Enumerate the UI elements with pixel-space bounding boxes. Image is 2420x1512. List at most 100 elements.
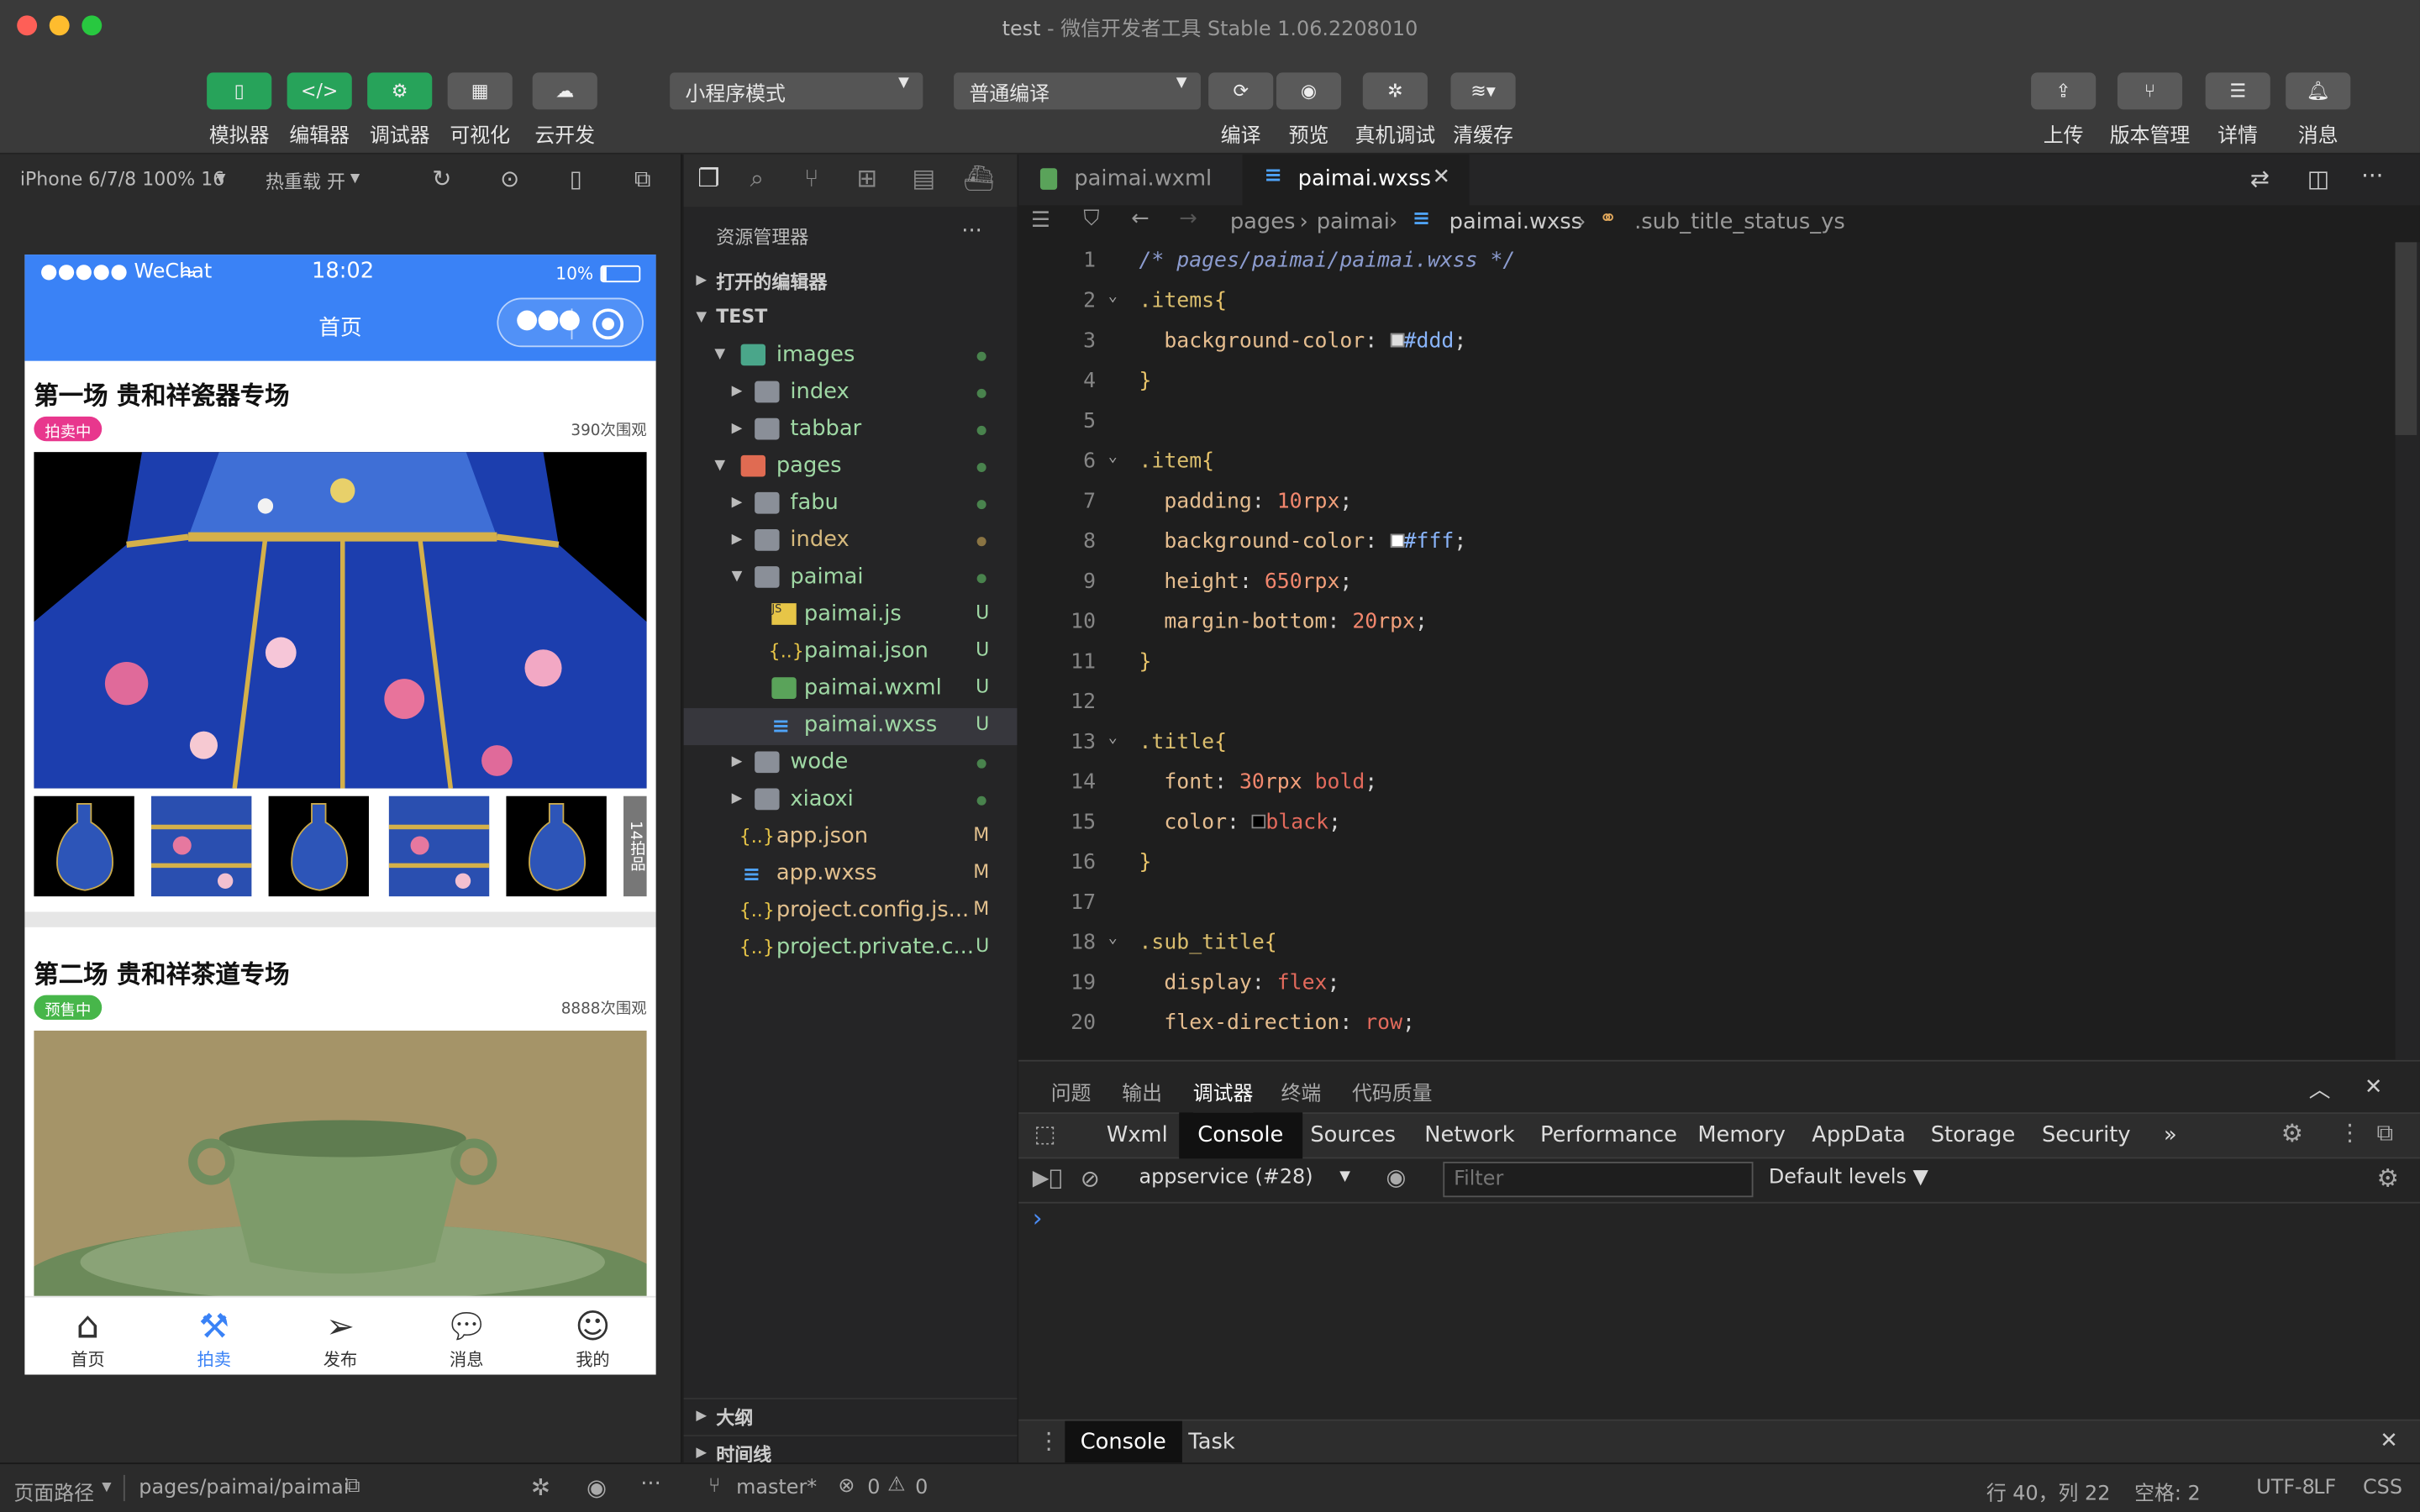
- extensions-icon[interactable]: ⊞: [856, 164, 877, 193]
- tab-network[interactable]: Network: [1424, 1112, 1514, 1158]
- tab-paimai-wxml[interactable]: paimai.wxml: [1018, 155, 1242, 206]
- upload-button[interactable]: ⇪ 上传: [2023, 72, 2104, 148]
- clear-cache-button[interactable]: ≋▾ 清缓存: [1443, 72, 1523, 148]
- tab-problems[interactable]: 问题: [1051, 1077, 1092, 1106]
- phone-icon[interactable]: ▯: [570, 165, 582, 193]
- close-tab-icon[interactable]: ✕: [1432, 165, 1450, 190]
- tab-mine[interactable]: ☺ 我的: [529, 1298, 655, 1375]
- tree-file-app-wxss[interactable]: ≡ app.wxss M: [684, 856, 1018, 893]
- bookmark-icon[interactable]: ⛉: [1083, 207, 1099, 231]
- copy-icon[interactable]: ⧉: [345, 1475, 360, 1499]
- tab-storage[interactable]: Storage: [1931, 1112, 2016, 1158]
- open-editors-section[interactable]: ▶ 打开的编辑器: [684, 264, 1018, 301]
- tab-output[interactable]: 输出: [1122, 1077, 1162, 1106]
- tree-file-paimai-wxss[interactable]: ≡ paimai.wxss U: [683, 708, 1018, 746]
- kebab-menu-icon[interactable]: ⋮: [1037, 1427, 1060, 1455]
- eye-icon[interactable]: ◉: [1386, 1163, 1406, 1191]
- sidebar-toggle-icon[interactable]: ▶⃞: [1033, 1167, 1062, 1191]
- more-actions-icon[interactable]: ···: [640, 1472, 661, 1496]
- indentation[interactable]: 空格: 2: [2134, 1477, 2201, 1506]
- compile-select[interactable]: 普通编译 ▼: [954, 72, 1201, 110]
- eye-icon[interactable]: ◉: [587, 1473, 607, 1501]
- details-button[interactable]: ☰ 详情: [2197, 72, 2278, 148]
- close-icon[interactable]: ✕: [2365, 1075, 2383, 1100]
- tree-folder-fabu[interactable]: ▶ fabu: [684, 486, 1018, 523]
- messages-button[interactable]: 🔔︎ 消息: [2278, 72, 2359, 148]
- auction-card[interactable]: 第二场 贵和祥茶道专场 预售中 8888次围观: [24, 927, 655, 1298]
- breadcrumb-item[interactable]: paimai: [1317, 210, 1390, 234]
- outline-list-icon[interactable]: ☰: [1031, 208, 1050, 233]
- error-count[interactable]: 0: [867, 1477, 880, 1500]
- forward-arrow-icon[interactable]: →: [1179, 207, 1197, 231]
- tree-folder-pages[interactable]: ▼ pages: [684, 449, 1018, 486]
- vase-main-image[interactable]: [34, 452, 647, 789]
- close-miniapp-icon[interactable]: [592, 308, 624, 340]
- device-select[interactable]: iPhone 6/7/8 100% 16: [20, 168, 224, 190]
- log-levels-select[interactable]: Default levels ▼: [1769, 1167, 1928, 1190]
- bug-icon[interactable]: ✲: [531, 1473, 550, 1501]
- tab-paimai-wxss[interactable]: ≡ paimai.wxss ✕: [1242, 154, 1470, 206]
- chevron-up-icon[interactable]: ︿: [2309, 1074, 2331, 1105]
- tab-debugger[interactable]: 调试器: [1192, 1077, 1254, 1115]
- tree-folder-tabbar[interactable]: ▶ tabbar: [684, 412, 1018, 449]
- cursor-position[interactable]: 行 40，列 22: [1986, 1477, 2111, 1506]
- tab-messages[interactable]: 💬︎ 消息: [403, 1298, 529, 1375]
- encoding[interactable]: UTF-8: [2256, 1477, 2315, 1500]
- tree-file-project-config[interactable]: {..} project.config.js... M: [684, 893, 1018, 930]
- compare-icon[interactable]: ⇄: [2250, 165, 2270, 193]
- mode-select[interactable]: 小程序模式 ▼: [670, 72, 923, 110]
- tab-security[interactable]: Security: [2042, 1112, 2131, 1158]
- source-control-icon[interactable]: ⑂: [804, 164, 819, 193]
- thumbnail[interactable]: [268, 795, 369, 897]
- preview-button[interactable]: ◉ 预览: [1269, 72, 1349, 148]
- gear-icon[interactable]: ⚙: [2281, 1119, 2303, 1148]
- tree-file-paimai-json[interactable]: {..} paimai.json U: [684, 634, 1018, 671]
- more-dots-icon[interactable]: ●●●: [515, 304, 581, 335]
- remote-debug-button[interactable]: ✲ 真机调试: [1355, 72, 1435, 148]
- cloud-dev-button[interactable]: ☁ 云开发: [524, 72, 605, 148]
- tree-folder-index[interactable]: ▶ index: [684, 523, 1018, 560]
- tree-file-paimai-js[interactable]: JS paimai.js U: [684, 597, 1018, 634]
- thumbnail[interactable]: [150, 795, 252, 897]
- context-select[interactable]: appservice (#28) ▼: [1127, 1163, 1359, 1196]
- breadcrumb-item[interactable]: .sub_title_status_ys: [1634, 210, 1845, 234]
- tab-sources[interactable]: Sources: [1310, 1112, 1396, 1158]
- language-mode[interactable]: CSS: [2363, 1477, 2402, 1500]
- kebab-menu-icon[interactable]: ⋮: [2338, 1119, 2362, 1147]
- close-drawer-icon[interactable]: ✕: [2380, 1429, 2398, 1453]
- back-arrow-icon[interactable]: ←: [1131, 207, 1150, 231]
- console-prompt[interactable]: ›: [1033, 1204, 1043, 1233]
- storage-icon[interactable]: ▤: [912, 164, 935, 193]
- inspect-element-icon[interactable]: ⬚: [1034, 1120, 1056, 1147]
- tab-appdata[interactable]: AppData: [1812, 1112, 1906, 1158]
- console-filter-input[interactable]: [1443, 1162, 1754, 1198]
- files-icon[interactable]: ❐: [697, 164, 719, 193]
- breadcrumb-item[interactable]: pages: [1230, 210, 1296, 234]
- tab-code-quality[interactable]: 代码质量: [1352, 1077, 1433, 1106]
- tree-folder-paimai[interactable]: ▼ paimai: [684, 560, 1018, 597]
- git-branch[interactable]: master*: [736, 1477, 817, 1500]
- editor-scrollbar[interactable]: [2395, 242, 2420, 1060]
- drawer-tab-console[interactable]: Console: [1065, 1420, 1182, 1466]
- breadcrumb-item[interactable]: paimai.wxss: [1449, 210, 1582, 234]
- more-items-button[interactable]: 14拍品: [623, 795, 647, 897]
- hot-reload-toggle[interactable]: 热重载 开: [266, 168, 345, 194]
- clear-console-icon[interactable]: ⊘: [1081, 1165, 1100, 1193]
- detach-window-icon[interactable]: ⧉: [634, 165, 651, 193]
- tab-memory[interactable]: Memory: [1697, 1112, 1786, 1158]
- line-ending[interactable]: LF: [2313, 1477, 2336, 1500]
- simulator-toggle-button[interactable]: ▯ 模拟器: [199, 72, 280, 148]
- version-control-button[interactable]: ⑂ 版本管理: [2110, 72, 2190, 148]
- debugger-toggle-button[interactable]: ⚙ 调试器: [360, 72, 440, 148]
- tab-home[interactable]: ⌂ 首页: [24, 1298, 150, 1375]
- stop-icon[interactable]: ⊙: [500, 165, 519, 193]
- auction-card[interactable]: 第一场 贵和祥瓷器专场 拍卖中 390次围观 14拍品: [24, 361, 656, 927]
- tree-file-paimai-wxml[interactable]: paimai.wxml U: [684, 671, 1018, 708]
- editor-toggle-button[interactable]: </> 编辑器: [279, 72, 360, 148]
- tree-file-app-json[interactable]: {..} app.json M: [684, 819, 1018, 856]
- more-actions-icon[interactable]: ···: [961, 219, 982, 244]
- console-settings-icon[interactable]: ⚙: [2377, 1163, 2399, 1193]
- project-section[interactable]: ▼ TEST: [684, 301, 1018, 338]
- tab-terminal[interactable]: 终端: [1281, 1077, 1321, 1106]
- tree-folder-images[interactable]: ▼ images: [684, 338, 1018, 375]
